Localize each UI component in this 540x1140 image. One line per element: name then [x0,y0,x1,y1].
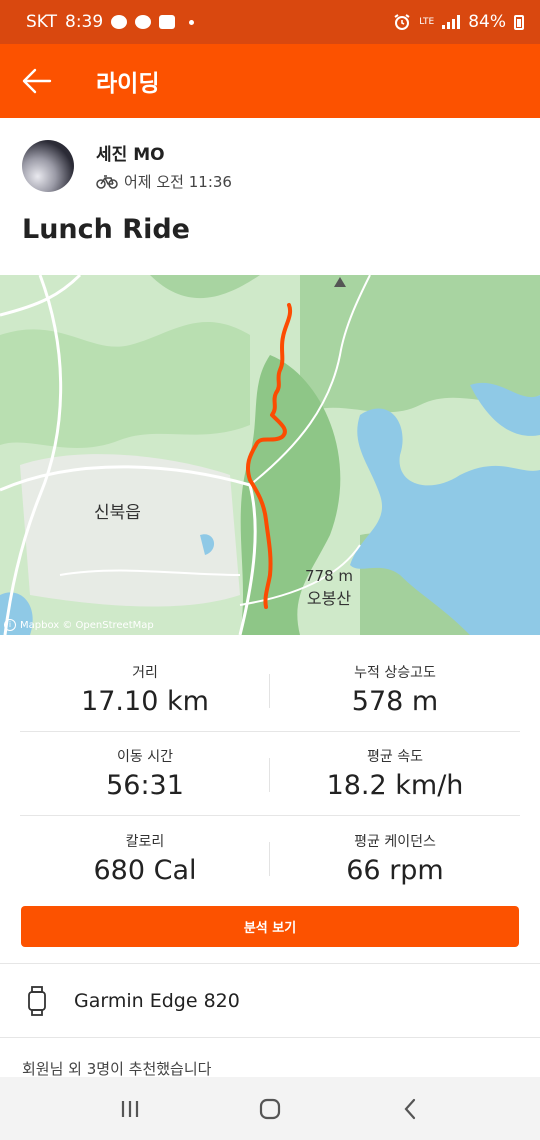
home-button[interactable] [240,1084,300,1134]
athlete-header[interactable]: 세진 MO 어제 오전 11:36 [22,140,232,192]
peak-label: 778 m 오봉산 [305,567,353,609]
peak-name: 오봉산 [306,589,352,608]
app-bar: 라이딩 [0,44,540,118]
bicycle-icon [96,174,118,189]
info-icon[interactable]: i [4,619,16,631]
network-type: LTE [419,16,435,27]
back-button[interactable] [0,44,74,118]
device-row: Garmin Edge 820 [0,964,540,1038]
avatar[interactable] [22,140,74,192]
attribution-text: Mapbox © OpenStreetMap [20,619,154,631]
system-nav-bar [0,1077,540,1140]
stat-avg-speed: 평균 속도 18.2 km/h [270,746,520,801]
activity-title: Lunch Ride [22,214,190,245]
stat-value: 17.10 km [81,686,209,717]
signal-icon [442,15,461,29]
stats-row: 이동 시간 56:31 평균 속도 18.2 km/h [20,732,520,816]
battery-icon [514,14,524,30]
stat-label: 이동 시간 [117,749,173,765]
stat-label: 평균 속도 [367,749,423,765]
stat-label: 누적 상승고도 [354,665,436,681]
divider [0,1037,540,1038]
clock: 8:39 [65,12,104,32]
message-notification-icon [111,15,128,29]
stat-label: 거리 [132,665,158,681]
page-title: 라이딩 [96,71,160,97]
town-label: 신북읍 [94,503,141,523]
chevron-left-icon [404,1098,416,1119]
stat-value: 18.2 km/h [326,770,464,801]
route-map[interactable]: 778 m 오봉산 신북읍 i Mapbox © OpenStreetMap [0,275,540,635]
kudos-summary[interactable]: 회원님 외 3명이 추천했습니다 [22,1058,211,1079]
map-attribution[interactable]: i Mapbox © OpenStreetMap [4,619,154,631]
carrier: SKT [26,12,58,32]
peak-elevation: 778 m [305,567,354,585]
stat-value: 680 Cal [93,854,197,886]
watch-icon [28,986,46,1016]
recent-apps-button[interactable] [100,1084,160,1134]
athlete-name[interactable]: 세진 MO [96,140,232,165]
alarm-icon [394,14,410,30]
stat-value: 66 rpm [346,854,444,886]
back-nav-button[interactable] [380,1084,440,1134]
home-icon [259,1098,281,1119]
device-name: Garmin Edge 820 [74,990,240,1012]
stat-label: 칼로리 [125,833,165,850]
stat-distance: 거리 17.10 km [20,662,270,717]
stats-grid: 거리 17.10 km 누적 상승고도 578 m 이동 시간 56:31 평균… [20,648,520,900]
talk-notification-icon [135,15,152,29]
recent-apps-icon [121,1100,139,1117]
more-notifications-icon [189,19,195,25]
image-notification-icon [159,15,176,29]
stat-label: 평균 케이던스 [354,833,436,850]
status-bar: SKT 8:39 LTE 84% [0,0,540,44]
stat-value: 56:31 [106,770,184,801]
back-arrow-icon [22,68,52,94]
battery-percent: 84% [468,12,506,32]
stat-moving-time: 이동 시간 56:31 [20,746,270,801]
stat-value: 578 m [351,686,439,717]
map-canvas [0,275,540,635]
stat-avg-cadence: 평균 케이던스 66 rpm [270,831,520,886]
activity-timestamp: 어제 오전 11:36 [124,173,232,191]
stats-row: 칼로리 680 Cal 평균 케이던스 66 rpm [20,816,520,900]
stat-calories: 칼로리 680 Cal [20,831,270,886]
view-analysis-button[interactable]: 분석 보기 [21,906,519,947]
stat-elevation-gain: 누적 상승고도 578 m [270,662,520,717]
stats-row: 거리 17.10 km 누적 상승고도 578 m [20,648,520,732]
